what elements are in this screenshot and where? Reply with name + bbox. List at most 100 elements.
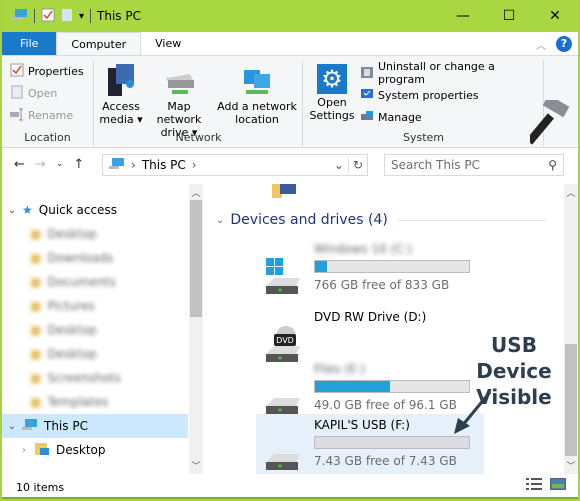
quick-item-label: Downloads xyxy=(47,251,114,265)
ribbon: Properties Open Rename Location Access m… xyxy=(2,56,578,148)
properties-qa-icon[interactable] xyxy=(41,8,55,25)
search-box[interactable]: Search This PC ⚲ xyxy=(384,154,564,176)
map-drive-line1: Map network xyxy=(156,100,202,126)
quick-item[interactable]: ■ Documents xyxy=(2,270,188,294)
collapse-ribbon-icon[interactable]: ︿ xyxy=(536,37,546,52)
quick-item-label: Screenshots xyxy=(47,371,121,385)
quick-item[interactable]: ■ Downloads xyxy=(2,246,188,270)
item-count: 10 items xyxy=(16,480,65,494)
navigation-pane: ⌄ ★ Quick access ■ Desktop ■ Downloads ■ Do… xyxy=(2,184,188,474)
quick-item[interactable]: ■ Screenshots xyxy=(2,366,188,390)
usb-drive-icon xyxy=(264,434,304,474)
tab-view[interactable]: View xyxy=(141,32,195,55)
chevron-down-icon[interactable]: ⌄ xyxy=(216,215,224,226)
videos-folder-icon xyxy=(272,184,302,201)
open-settings-line1: Open xyxy=(317,96,347,109)
network-location-icon xyxy=(240,62,274,98)
svg-text:DVD: DVD xyxy=(276,336,294,345)
quick-item[interactable]: ■ Desktop xyxy=(2,342,188,366)
properties-icon xyxy=(10,63,24,80)
up-button[interactable]: ↑ xyxy=(73,157,84,172)
uninstall-icon xyxy=(360,65,374,82)
open-settings-button[interactable]: ⚙ Open Settings xyxy=(308,60,356,122)
properties-button[interactable]: Properties xyxy=(2,60,93,82)
quick-item[interactable]: ■ Templates xyxy=(2,390,188,414)
quick-item-label: Templates xyxy=(47,395,109,409)
chevron-down-icon[interactable]: ⌄ xyxy=(2,205,22,216)
refresh-icon[interactable]: ↻ xyxy=(347,158,363,172)
folder-icon: ■ xyxy=(30,371,42,385)
recent-locations-icon[interactable]: ⌄ xyxy=(56,159,64,169)
chevron-right-icon[interactable]: › xyxy=(14,445,34,456)
forward-button[interactable]: → xyxy=(35,157,46,172)
file-explorer-window: ▾ This PC — ☐ ✕ File Computer View ︿ ? P… xyxy=(2,0,578,499)
minimize-button[interactable]: — xyxy=(440,0,486,32)
properties-label: Properties xyxy=(28,64,84,78)
chevron-down-icon[interactable]: ⌄ xyxy=(2,421,22,432)
address-bar-row: ← → ⌄ ↑ › This PC › ⌄ ↻ Search This PC ⚲ xyxy=(2,148,578,180)
breadcrumb-separator[interactable]: › xyxy=(192,158,197,172)
tab-computer[interactable]: Computer xyxy=(56,32,142,55)
system-properties-label: System properties xyxy=(378,88,479,102)
maximize-button[interactable]: ☐ xyxy=(486,0,532,32)
add-network-location-button[interactable]: Add a network location xyxy=(215,60,299,126)
rename-button[interactable]: Rename xyxy=(2,104,93,126)
address-bar[interactable]: › This PC › ⌄ ↻ xyxy=(102,154,368,176)
settings-gear-icon: ⚙ xyxy=(317,64,347,94)
location-group: Properties Open Rename Location xyxy=(2,60,94,146)
access-media-line2: media ▾ xyxy=(99,113,143,126)
scroll-up-arrow[interactable]: ︿ xyxy=(564,186,578,199)
folder-icon: ■ xyxy=(30,395,42,409)
quick-item[interactable]: ■ Desktop xyxy=(2,318,188,342)
uninstall-program-button[interactable]: Uninstall or change a program xyxy=(352,60,543,86)
this-pc-path-icon xyxy=(109,157,125,174)
map-network-drive-button[interactable]: Map network drive ▾ xyxy=(145,60,213,139)
drive-free-space: 49.0 GB free of 96.1 GB xyxy=(314,398,457,412)
desktop-item[interactable]: › Desktop xyxy=(2,438,188,462)
close-button[interactable]: ✕ xyxy=(532,0,578,32)
scroll-thumb[interactable] xyxy=(190,200,202,317)
quick-item-label: Desktop xyxy=(47,227,97,241)
help-icon[interactable]: ? xyxy=(556,36,572,52)
quick-access-item[interactable]: ⌄ ★ Quick access xyxy=(2,198,188,222)
folder-icon: ■ xyxy=(30,275,42,289)
system-properties-button[interactable]: System properties xyxy=(352,84,543,106)
quick-item-label: Pictures xyxy=(47,299,95,313)
scroll-down-arrow[interactable]: ﹀ xyxy=(189,459,203,472)
open-button[interactable]: Open xyxy=(2,82,93,104)
nav-pane-scrollbar[interactable]: ︿ ﹀ xyxy=(189,184,203,474)
drive-name: Windows 10 (C:) xyxy=(314,242,413,256)
address-dropdown-icon[interactable]: ⌄ xyxy=(334,158,344,172)
drive-c[interactable]: Windows 10 (C:) 766 GB free of 833 GB xyxy=(256,238,484,304)
manage-button[interactable]: Manage xyxy=(352,106,543,128)
back-button[interactable]: ← xyxy=(14,157,25,172)
open-icon xyxy=(10,85,24,102)
customize-qa-dropdown-icon[interactable]: ▾ xyxy=(79,11,84,22)
content-scrollbar[interactable]: ︿ ﹀ xyxy=(564,184,578,474)
this-pc-item[interactable]: ⌄ This PC xyxy=(2,414,188,438)
large-icons-view-icon[interactable] xyxy=(549,477,567,493)
star-icon: ★ xyxy=(22,203,33,217)
access-media-button[interactable]: Access media ▾ xyxy=(99,60,143,126)
quick-item[interactable]: ■ Pictures xyxy=(2,294,188,318)
quick-item-label: Desktop xyxy=(47,347,97,361)
search-input[interactable]: Search This PC xyxy=(391,158,480,172)
devices-drives-group-header[interactable]: ⌄ Devices and drives (4) xyxy=(216,212,546,228)
quick-item[interactable]: ■ Desktop xyxy=(2,222,188,246)
status-bar: 10 items xyxy=(2,476,578,498)
title-bar: ▾ This PC — ☐ ✕ xyxy=(2,0,578,32)
this-pc-label: This PC xyxy=(44,419,88,433)
drive-f-usb[interactable]: KAPIL'S USB (F:) 7.43 GB free of 7.43 GB xyxy=(256,414,484,474)
tab-file[interactable]: File xyxy=(2,32,57,55)
scroll-down-arrow[interactable]: ﹀ xyxy=(564,459,578,472)
separator xyxy=(34,9,35,23)
rename-icon xyxy=(10,107,24,124)
new-folder-qa-icon[interactable] xyxy=(61,8,73,25)
manage-icon xyxy=(360,109,374,126)
drive-usage-fill xyxy=(315,261,328,272)
desktop-folder-icon xyxy=(34,442,50,459)
details-view-icon[interactable] xyxy=(526,478,542,493)
breadcrumb-this-pc[interactable]: This PC xyxy=(142,158,186,172)
scroll-up-arrow[interactable]: ︿ xyxy=(189,186,203,199)
group-divider xyxy=(397,219,546,221)
